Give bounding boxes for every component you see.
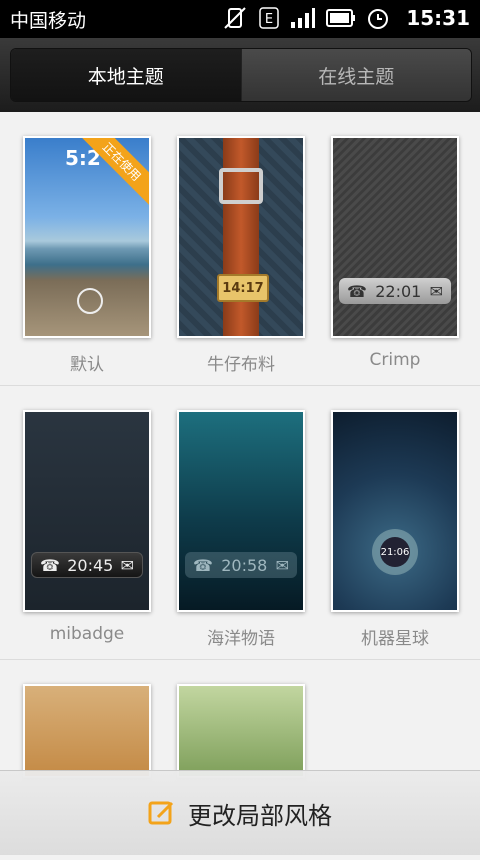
message-icon: ✉: [275, 555, 289, 575]
vibrate-off-icon: [222, 5, 248, 31]
edit-icon: [148, 799, 176, 827]
edge-data-icon: E: [258, 5, 280, 31]
theme-name: mibadge: [49, 624, 125, 644]
lockscreen-bar: ☎ 20:45 ✉: [31, 552, 143, 578]
theme-name: 牛仔布料: [207, 355, 275, 375]
svg-text:E: E: [265, 12, 273, 27]
theme-thumbnail[interactable]: ☎ 22:01 ✉: [331, 136, 459, 338]
phone-icon: ☎: [347, 281, 367, 301]
message-icon: ✉: [120, 555, 134, 575]
alarm-icon: [366, 5, 390, 31]
theme-item-mibadge[interactable]: ☎ 20:45 ✉ mibadge: [23, 410, 151, 644]
carrier-name: 中国移动: [10, 10, 87, 32]
theme-item-robot-planet[interactable]: 21:06 机器星球: [331, 410, 459, 649]
theme-item-ocean[interactable]: ☎ 20:58 ✉ 海洋物语: [177, 410, 305, 649]
lockscreen-bar: ☎ 22:01 ✉: [339, 278, 451, 304]
message-icon: ✉: [429, 281, 443, 301]
clock-time: 15:31: [406, 6, 470, 30]
theme-item-crimp[interactable]: ☎ 22:01 ✉ Crimp: [331, 136, 459, 370]
tab-local-themes[interactable]: 本地主题: [11, 49, 241, 101]
signal-icon: [290, 5, 316, 31]
phone-icon: ☎: [40, 555, 60, 575]
tab-bar: 本地主题 在线主题: [10, 48, 472, 102]
phone-icon: ☎: [193, 555, 213, 575]
theme-thumbnail[interactable]: 21:06: [331, 410, 459, 612]
lockscreen-time: 21:06: [380, 537, 410, 567]
theme-item-default[interactable]: 5:2 正在使用 默认: [23, 136, 151, 375]
buckle-graphic: [219, 168, 263, 204]
status-icons: E 15:31: [222, 5, 470, 31]
change-style-button[interactable]: 更改局部风格: [0, 770, 480, 855]
theme-thumbnail[interactable]: ☎ 20:45 ✉: [23, 410, 151, 612]
theme-item-denim[interactable]: 14:17 牛仔布料: [177, 136, 305, 375]
theme-name: 机器星球: [361, 629, 429, 649]
unlock-ring-icon: [77, 288, 103, 314]
theme-thumbnail[interactable]: [23, 684, 151, 778]
theme-name: 海洋物语: [207, 629, 275, 649]
theme-thumbnail[interactable]: 14:17: [177, 136, 305, 338]
theme-row: 5:2 正在使用 默认 14:17 牛仔布料 ☎ 22:01 ✉ Crimp: [0, 112, 480, 386]
theme-name: 默认: [70, 355, 104, 375]
tab-header: 本地主题 在线主题: [0, 38, 480, 112]
battery-icon: [326, 5, 356, 31]
theme-thumbnail[interactable]: 5:2 正在使用: [23, 136, 151, 338]
theme-thumbnail[interactable]: [177, 684, 305, 778]
theme-grid: 5:2 正在使用 默认 14:17 牛仔布料 ☎ 22:01 ✉ Crimp ☎…: [0, 112, 480, 860]
lockscreen-time: 20:58: [221, 555, 268, 575]
change-style-label: 更改局部风格: [188, 801, 332, 830]
theme-name: Crimp: [369, 350, 421, 370]
lockscreen-time: 20:45: [67, 555, 114, 575]
tab-online-themes[interactable]: 在线主题: [240, 49, 471, 101]
theme-row: ☎ 20:45 ✉ mibadge ☎ 20:58 ✉ 海洋物语 21:06 机…: [0, 386, 480, 660]
theme-thumbnail[interactable]: ☎ 20:58 ✉: [177, 410, 305, 612]
lockscreen-time: 22:01: [375, 281, 422, 301]
theme-item[interactable]: [23, 684, 151, 778]
status-bar: 中国移动 E 15:31: [0, 0, 480, 38]
lockscreen-bar: ☎ 20:58 ✉: [185, 552, 297, 578]
lockscreen-time: 14:17: [217, 274, 269, 302]
theme-item[interactable]: [177, 684, 305, 778]
